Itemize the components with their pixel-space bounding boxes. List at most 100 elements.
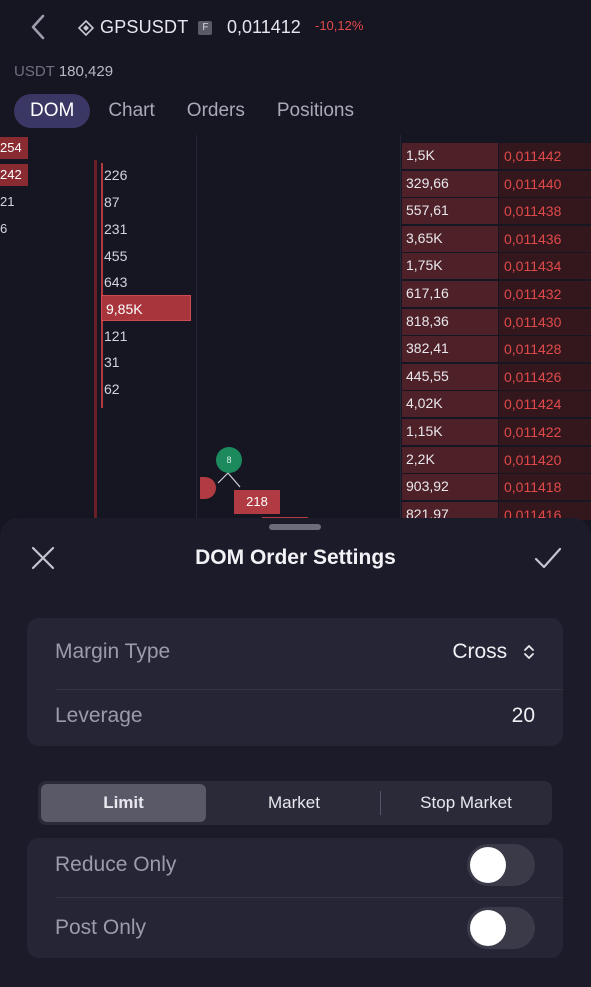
volume-value: 231 — [104, 221, 128, 237]
leverage-value[interactable]: 20 — [512, 704, 535, 728]
checkmark-icon — [534, 547, 562, 569]
futures-badge: F — [198, 20, 213, 35]
order-options-card: Reduce Only Post Only — [27, 838, 563, 958]
symbol-name: GPSUSDT — [100, 17, 189, 37]
ask-row[interactable]: 3,65K 0,011436 — [402, 225, 591, 253]
confirm-button[interactable] — [532, 542, 564, 574]
ask-size: 3,65K — [406, 229, 443, 246]
balance: USDT 180,429 — [14, 63, 113, 80]
ask-price: 0,011426 — [504, 368, 562, 385]
ask-price: 0,011436 — [504, 230, 562, 247]
column-divider — [196, 135, 197, 520]
volume-value: 31 — [104, 354, 120, 370]
leverage-row[interactable]: Leverage 20 — [27, 682, 563, 746]
ask-size: 1,5K — [406, 147, 435, 163]
ask-price: 0,011430 — [504, 313, 562, 330]
symbol-selector[interactable]: GPSUSDT F — [78, 17, 213, 38]
ask-size: 903,92 — [406, 478, 449, 495]
margin-type-row[interactable]: Margin Type Cross — [27, 618, 563, 682]
ask-row[interactable]: 1,5K 0,011442 — [402, 143, 591, 170]
order-type-market[interactable]: Market — [210, 784, 378, 822]
back-button[interactable] — [24, 12, 54, 42]
tab-orders[interactable]: Orders — [173, 94, 259, 128]
margin-settings-card: Margin Type Cross Leverage 20 — [27, 618, 563, 746]
balance-currency: USDT — [14, 63, 55, 80]
sheet-drag-handle[interactable] — [269, 524, 321, 530]
ask-row[interactable]: 445,55 0,011426 — [402, 363, 591, 391]
order-type-segmented-control: Limit Market Stop Market — [38, 781, 552, 825]
leverage-label: Leverage — [55, 704, 143, 727]
last-price: 0,011412 — [227, 17, 301, 37]
sell-trade-chip: 218 — [234, 490, 280, 514]
ask-price: 0,011440 — [504, 175, 562, 192]
ask-price: 0,011424 — [504, 396, 562, 413]
volume-value: 643 — [104, 274, 128, 290]
left-value: 6 — [0, 221, 8, 236]
volume-value: 62 — [104, 381, 120, 397]
segment-divider — [380, 791, 381, 815]
margin-type-value: Cross — [452, 640, 508, 663]
reduce-only-toggle[interactable] — [467, 844, 535, 886]
toggle-knob — [470, 910, 506, 946]
dom-ladder[interactable]: 254 242 21 6 226 87 231 455 643 9,85K 12… — [0, 135, 591, 520]
post-only-toggle[interactable] — [467, 907, 535, 949]
ask-row[interactable]: 1,15K 0,011422 — [402, 419, 591, 446]
ask-row[interactable]: 382,41 0,011428 — [402, 336, 591, 363]
ask-price: 0,011434 — [504, 258, 562, 275]
top-header: GPSUSDT F 0,011412 -10,12% — [0, 0, 591, 56]
ask-size: 1,15K — [406, 423, 443, 439]
ask-size: 329,66 — [406, 174, 449, 191]
volume-value: 226 — [104, 167, 128, 183]
up-down-chevron-icon — [524, 645, 534, 660]
ask-row[interactable]: 2,2K 0,011420 — [402, 446, 591, 474]
post-only-label: Post Only — [55, 916, 147, 939]
margin-type-selector[interactable]: Cross — [452, 640, 535, 664]
volume-value: 455 — [104, 248, 128, 264]
view-tabs: DOM Chart Orders Positions — [14, 94, 372, 128]
volume-bar — [94, 160, 97, 520]
balance-amount: 180,429 — [58, 63, 114, 80]
ask-price: 0,011428 — [504, 341, 562, 358]
reduce-only-row: Reduce Only — [27, 836, 563, 896]
sheet-title: DOM Order Settings — [195, 546, 396, 569]
ask-size: 557,61 — [406, 202, 449, 219]
ask-size: 2,2K — [406, 450, 435, 467]
ask-price: 0,011438 — [504, 203, 562, 220]
sell-trade-marker — [200, 477, 216, 499]
volume-bar — [101, 163, 103, 408]
ask-row[interactable]: 818,36 0,011430 — [402, 308, 591, 336]
post-only-row: Post Only — [27, 898, 563, 958]
ask-row[interactable]: 329,66 0,011440 — [402, 170, 591, 198]
ask-size: 382,41 — [406, 340, 449, 357]
ask-price: 0,011442 — [504, 148, 562, 164]
ask-row[interactable]: 1,75K 0,011434 — [402, 253, 591, 280]
tab-chart[interactable]: Chart — [94, 94, 168, 128]
margin-type-label: Margin Type — [55, 640, 171, 663]
volume-value: 87 — [104, 194, 120, 210]
ask-price: 0,011432 — [504, 286, 562, 302]
chevron-left-icon — [31, 14, 45, 40]
ask-size: 617,16 — [406, 285, 449, 301]
ask-size: 1,75K — [406, 257, 443, 274]
tab-positions[interactable]: Positions — [263, 94, 368, 128]
left-value: 242 — [0, 164, 28, 186]
ask-row[interactable]: 903,92 0,011418 — [402, 474, 591, 501]
dom-order-settings-sheet: DOM Order Settings Margin Type Cross Lev… — [0, 518, 591, 987]
order-type-stop-market[interactable]: Stop Market — [382, 784, 550, 822]
diamond-icon — [78, 19, 94, 36]
ask-row[interactable]: 617,16 0,011432 — [402, 281, 591, 308]
ask-price: 0,011418 — [504, 479, 562, 496]
ask-size: 445,55 — [406, 367, 449, 384]
ask-row[interactable]: 557,61 0,011438 — [402, 198, 591, 225]
buy-trade-bubble: 8 — [216, 447, 242, 473]
tab-dom[interactable]: DOM — [14, 94, 91, 128]
left-value: 254 — [0, 137, 28, 159]
toggle-knob — [470, 847, 506, 883]
ask-price: 0,011420 — [504, 451, 562, 468]
price-change: -10,12% — [315, 18, 364, 33]
ask-row[interactable]: 4,02K 0,011424 — [402, 391, 591, 418]
ask-price: 0,011422 — [504, 424, 562, 440]
column-divider — [400, 135, 401, 520]
order-type-limit[interactable]: Limit — [41, 784, 206, 822]
ask-size: 4,02K — [406, 395, 443, 412]
